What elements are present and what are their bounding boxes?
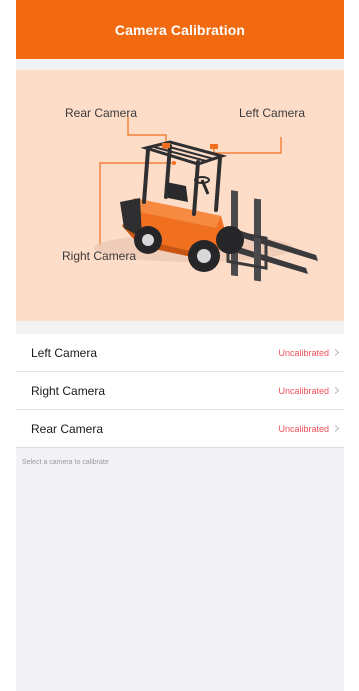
page-title: Camera Calibration: [114, 21, 246, 38]
camera-row-right[interactable]: Right Camera Uncalibrated: [16, 372, 344, 410]
chevron-right-icon: [331, 386, 340, 395]
hint-text: Select a camera to calibrate: [22, 459, 109, 466]
forklift-illustration: Rear Camera Left Camera Right Camera: [16, 70, 344, 321]
spacer: [16, 321, 344, 334]
spacer: [16, 59, 344, 70]
camera-name: Rear Camera: [31, 421, 104, 436]
status-badge: Uncalibrated: [278, 423, 329, 434]
camera-name: Left Camera: [31, 345, 98, 360]
status-badge: Uncalibrated: [278, 385, 329, 396]
status-badge: Uncalibrated: [278, 347, 329, 358]
camera-name: Right Camera: [31, 383, 106, 398]
chevron-right-icon: [331, 348, 340, 357]
nav-bar: Camera Calibration: [16, 0, 344, 59]
camera-row-left[interactable]: Left Camera Uncalibrated: [16, 334, 344, 372]
app-screen: Camera Calibration Rear Camera Left Came…: [16, 0, 344, 691]
left-camera-label: Left Camera: [239, 106, 306, 120]
rear-camera-label: Rear Camera: [65, 106, 138, 120]
chevron-right-icon: [331, 424, 340, 433]
right-camera-label: Right Camera: [62, 249, 137, 263]
camera-list: Left Camera Uncalibrated Right Camera Un…: [16, 334, 344, 448]
camera-row-rear[interactable]: Rear Camera Uncalibrated: [16, 410, 344, 448]
